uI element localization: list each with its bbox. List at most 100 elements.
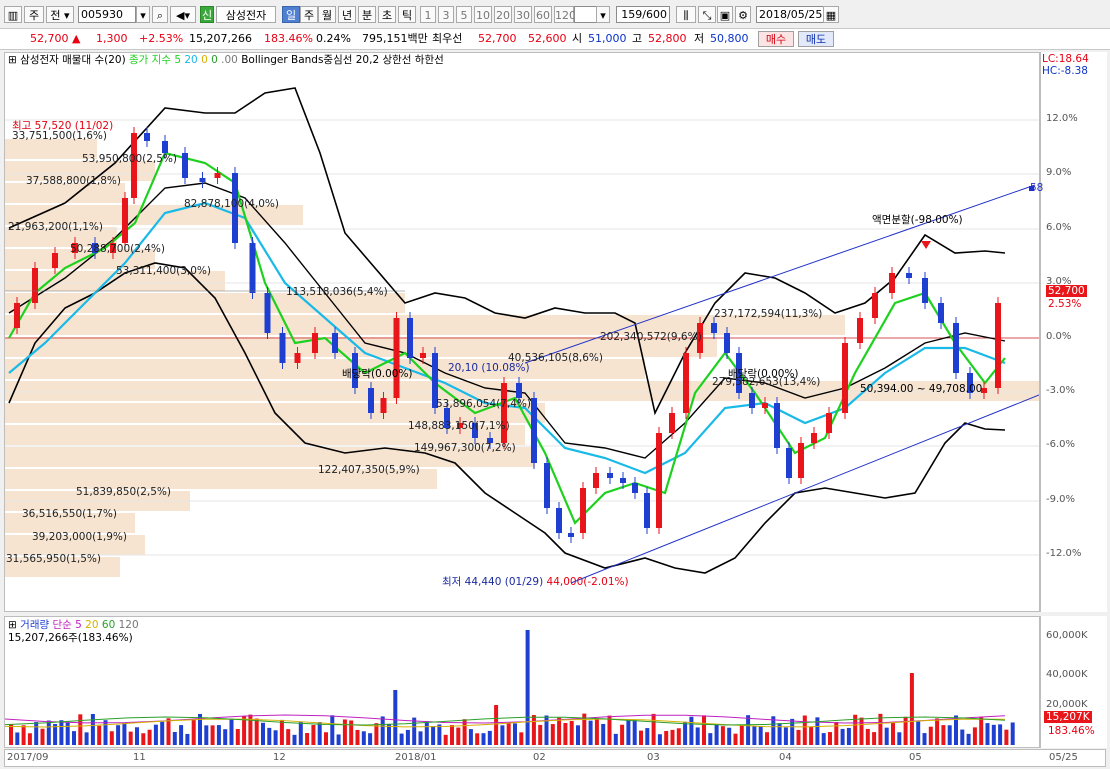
toolbar: ▥ 주 전 ▾ 005930 ▾ ⌕ ◀▾ 신 삼성전자 일주월년분초틱 135… — [0, 0, 1110, 29]
code-dropdown-icon[interactable]: ▾ — [136, 6, 150, 23]
candle-body — [368, 388, 374, 413]
volume-bar — [387, 724, 391, 745]
interval-button[interactable]: 5 — [456, 6, 472, 23]
volume-bar — [494, 705, 499, 745]
volume-bar — [147, 729, 152, 745]
period-unit-select[interactable]: 주 — [24, 6, 44, 23]
volume-tick: 60,000K — [1046, 630, 1088, 641]
volume-bar — [185, 733, 190, 745]
volume-bar — [153, 724, 158, 745]
calendar-icon[interactable]: ▦ — [823, 6, 839, 23]
candle-body — [162, 141, 168, 153]
chart-menu-icon[interactable]: ▥ — [4, 6, 22, 23]
period-button[interactable]: 일 — [282, 6, 300, 23]
volume-bar — [733, 733, 738, 745]
volume-tick: 40,000K — [1046, 669, 1088, 680]
price-y-tick: -9.0% — [1046, 494, 1076, 505]
volume-bar — [437, 724, 442, 745]
sell-button[interactable]: 매도 — [798, 31, 834, 47]
volume-bar — [393, 690, 398, 745]
price-y-tick: -3.0% — [1046, 385, 1076, 396]
candle-body — [711, 323, 717, 333]
candle-type-icon[interactable]: ⫼ — [676, 6, 696, 23]
volume-bar — [412, 717, 417, 745]
interval-dropdown-icon[interactable]: ▾ — [596, 6, 610, 23]
volume-bar — [689, 716, 694, 745]
candle-body — [199, 178, 206, 182]
sound-icon[interactable]: ◀▾ — [170, 6, 196, 23]
count-input[interactable]: 159/600 — [616, 6, 670, 23]
volume-bar — [324, 732, 328, 745]
volume-bar — [456, 727, 461, 745]
candle-body — [144, 133, 150, 141]
volume-bar — [538, 724, 543, 745]
volume-bar — [487, 730, 492, 745]
volume-bar — [783, 727, 788, 745]
volume-bar — [941, 725, 946, 745]
date-input[interactable]: 2018/05/25 — [756, 6, 824, 23]
period-button[interactable]: 월 — [318, 6, 336, 23]
interval-button[interactable]: 20 — [494, 6, 512, 23]
volume-chart-pane[interactable] — [4, 616, 1040, 748]
volume-profile-label: 40,536,105(8,6%) — [508, 352, 603, 364]
period-button[interactable]: 초 — [378, 6, 396, 23]
gear-icon[interactable]: ⚙ — [735, 6, 751, 23]
candle-body — [249, 243, 256, 293]
volume-bar — [922, 733, 927, 745]
candle-body — [683, 353, 689, 413]
price-chart-pane[interactable] — [4, 52, 1040, 612]
draw-tool-icon[interactable]: ⤡ — [698, 6, 716, 23]
period-button[interactable]: 분 — [358, 6, 376, 23]
volume-profile-label: 50,288,700(2,4%) — [70, 243, 165, 255]
current-price: 52,700 ▲ — [30, 32, 81, 45]
interval-button[interactable]: 10 — [474, 6, 492, 23]
x-axis-label: 2017/09 — [7, 752, 49, 763]
volume-bar — [891, 722, 895, 745]
high-price: 52,800 — [648, 32, 687, 45]
volume-bar — [525, 630, 530, 745]
candle-body — [568, 533, 574, 537]
interval-button[interactable]: 120 — [554, 6, 576, 23]
x-axis-label: 03 — [647, 752, 660, 763]
price-y-tick: 6.0% — [1046, 222, 1072, 233]
stock-code-input[interactable]: 005930 — [78, 6, 136, 23]
save-icon[interactable]: ▣ — [717, 6, 733, 23]
volume-bar — [752, 726, 757, 745]
chart-settings-icon[interactable]: ⊞ — [8, 54, 17, 66]
price-y-tick: 12.0% — [1046, 113, 1078, 124]
volume-bar — [9, 724, 13, 745]
volume-bar — [78, 714, 83, 745]
buy-button[interactable]: 매수 — [758, 31, 794, 47]
volume-bar — [336, 734, 341, 745]
volume-bar — [708, 733, 713, 745]
x-axis-label: 05/25 — [1049, 752, 1078, 763]
search-icon[interactable]: ⌕ — [152, 6, 168, 23]
volume-bar — [361, 731, 366, 745]
interval-button[interactable]: 60 — [534, 6, 552, 23]
volume-bar — [141, 733, 146, 745]
volume-bar — [223, 729, 228, 745]
volume-value: 15,207,266 — [189, 32, 252, 45]
volume-bar — [424, 721, 429, 745]
period-button[interactable]: 년 — [338, 6, 356, 23]
volume-settings-icon[interactable]: ⊞ — [8, 619, 17, 631]
period-button[interactable]: 주 — [300, 6, 318, 23]
volume-value-tag: 15,207K — [1044, 711, 1092, 723]
volume-bar — [311, 724, 316, 745]
interval-button[interactable]: 1 — [420, 6, 436, 23]
period-button[interactable]: 틱 — [398, 6, 416, 23]
x-axis-label: 04 — [779, 752, 792, 763]
interval-button[interactable]: 30 — [514, 6, 532, 23]
volume-bar — [500, 725, 505, 745]
volume-bar — [828, 732, 832, 745]
volume-bar — [796, 729, 801, 745]
interval-button[interactable]: 3 — [438, 6, 454, 23]
volume-bar — [720, 726, 725, 745]
x-axis: 2017/09 11 12 2018/01 02 03 04 05 05/25 — [4, 749, 1106, 767]
volume-bar — [450, 725, 454, 745]
volume-bar — [550, 724, 555, 745]
candle-body — [607, 473, 613, 478]
volume-bar — [670, 729, 675, 745]
candle-body — [798, 443, 804, 478]
type-button[interactable]: 전 ▾ — [46, 6, 74, 23]
